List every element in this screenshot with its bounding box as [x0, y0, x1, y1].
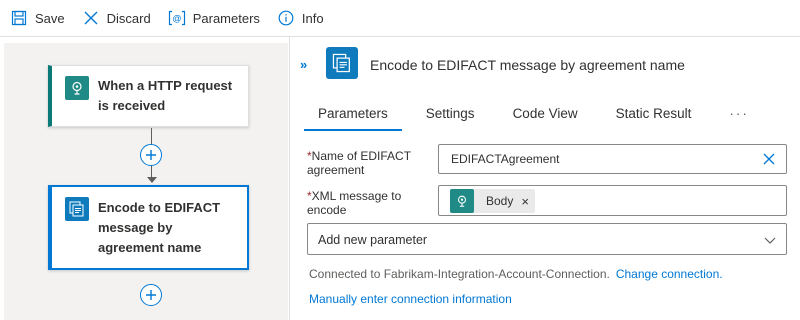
more-tabs-icon[interactable]: ···: [727, 95, 751, 131]
tab-static-result[interactable]: Static Result: [614, 95, 694, 131]
manual-connection-link[interactable]: Manually enter connection information: [309, 292, 512, 306]
parameters-icon: @: [168, 9, 186, 27]
action-title: Encode to EDIFACT message by agreement n…: [98, 200, 221, 255]
tab-settings[interactable]: Settings: [424, 95, 477, 131]
expand-panel-icon[interactable]: »: [300, 57, 307, 72]
body-token[interactable]: Body ×: [450, 189, 535, 213]
info-icon: [277, 9, 295, 27]
http-request-icon: [65, 76, 89, 100]
xml-message-label: *XML message to encode: [307, 189, 402, 217]
xml-message-field[interactable]: Body ×: [438, 185, 787, 216]
http-request-icon: [450, 189, 474, 213]
connection-status: Connected to Fabrikam-Integration-Accoun…: [309, 267, 723, 281]
remove-token-icon[interactable]: ×: [521, 194, 529, 209]
tab-code-view[interactable]: Code View: [511, 95, 580, 131]
trigger-card[interactable]: When a HTTP request is received: [48, 65, 249, 127]
add-parameter-dropdown[interactable]: Add new parameter: [307, 223, 787, 255]
svg-text:@: @: [172, 14, 181, 24]
designer-canvas: When a HTTP request is received Encode t…: [4, 43, 288, 320]
tab-parameters[interactable]: Parameters: [304, 95, 402, 131]
agreement-name-field[interactable]: EDIFACTAgreement: [438, 144, 787, 174]
agreement-name-value: EDIFACTAgreement: [451, 152, 560, 166]
arrow-down-icon: [147, 177, 157, 183]
info-button[interactable]: Info: [277, 0, 324, 37]
clear-icon[interactable]: [762, 152, 776, 166]
save-label: Save: [35, 10, 65, 26]
save-button[interactable]: Save: [10, 0, 65, 37]
action-details-panel: » Encode to EDIFACT message by agreement…: [289, 37, 800, 320]
parameters-label: Parameters: [192, 10, 260, 26]
insert-step-button[interactable]: [140, 144, 162, 166]
agreement-name-label: *Name of EDIFACT agreement: [307, 149, 411, 177]
body-token-label: Body: [486, 194, 514, 208]
trigger-title: When a HTTP request is received: [98, 78, 233, 113]
discard-label: Discard: [106, 10, 151, 26]
panel-header: » Encode to EDIFACT message by agreement…: [290, 37, 800, 92]
parameters-button[interactable]: @ Parameters: [168, 0, 260, 37]
connector-line: [151, 128, 152, 144]
save-icon: [10, 9, 28, 27]
add-step-button[interactable]: [140, 284, 162, 306]
edifact-encode-icon: [326, 47, 358, 79]
plus-icon: [146, 150, 156, 160]
close-icon: [82, 9, 100, 27]
panel-title: Encode to EDIFACT message by agreement n…: [370, 57, 685, 73]
discard-button[interactable]: Discard: [82, 0, 151, 37]
edifact-encode-icon: [65, 197, 89, 221]
change-connection-link[interactable]: Change connection.: [616, 267, 723, 281]
add-parameter-label: Add new parameter: [318, 233, 428, 247]
panel-tabs: Parameters Settings Code View Static Res…: [304, 95, 751, 131]
designer-toolbar: Save Discard @ Parameters Info: [0, 0, 800, 37]
plus-icon: [146, 290, 156, 300]
chevron-down-icon: [764, 233, 776, 251]
encode-action-card[interactable]: Encode to EDIFACT message by agreement n…: [48, 185, 249, 270]
info-label: Info: [301, 10, 324, 26]
